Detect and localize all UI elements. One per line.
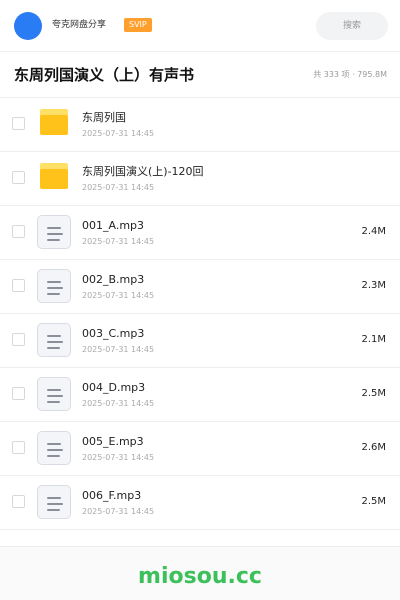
row-checkbox[interactable] (12, 387, 25, 400)
file-date: 2025-07-31 14:45 (82, 237, 155, 246)
list-item[interactable]: 006_F.mp3 2025-07-31 14:45 2.5M (0, 476, 400, 530)
row-checkbox[interactable] (12, 225, 25, 238)
file-name: 001_A.mp3 (82, 219, 145, 232)
file-date: 2025-07-31 14:45 (82, 291, 155, 300)
avatar[interactable] (14, 12, 42, 40)
site-name: 夸克网盘分享 (52, 20, 107, 30)
row-checkbox[interactable] (12, 333, 25, 346)
folder-header: 东周列国演义（上）有声书 共 333 项 · 795.8M (0, 52, 400, 98)
audio-file-icon (37, 215, 71, 249)
row-checkbox[interactable] (12, 495, 25, 508)
audio-file-icon (37, 323, 71, 357)
file-date: 2025-07-31 14:45 (82, 183, 155, 192)
file-size: 2.1M (361, 334, 386, 345)
watermark: miosou.cc (138, 564, 262, 589)
folder-icon (40, 109, 68, 135)
file-size: 2.6M (361, 442, 386, 453)
row-checkbox[interactable] (12, 279, 25, 292)
file-list: 东周列国 2025-07-31 14:45 东周列国演义(上)-120回 202… (0, 98, 400, 530)
audio-file-icon (37, 269, 71, 303)
file-size: 2.3M (361, 280, 386, 291)
row-checkbox[interactable] (12, 441, 25, 454)
file-date: 2025-07-31 14:45 (82, 399, 155, 408)
folder-summary: 共 333 项 · 795.8M (313, 70, 387, 79)
folder-icon (40, 163, 68, 189)
file-name: 003_C.mp3 (82, 327, 145, 340)
file-name: 005_E.mp3 (82, 435, 144, 448)
list-item[interactable]: 东周列国演义(上)-120回 2025-07-31 14:45 (0, 152, 400, 206)
search-input[interactable]: 搜索 (316, 12, 388, 40)
audio-file-icon (37, 377, 71, 411)
file-date: 2025-07-31 14:45 (82, 507, 155, 516)
list-item[interactable]: 003_C.mp3 2025-07-31 14:45 2.1M (0, 314, 400, 368)
file-name: 006_F.mp3 (82, 489, 142, 502)
file-date: 2025-07-31 14:45 (82, 345, 155, 354)
row-checkbox[interactable] (12, 117, 25, 130)
file-name: 004_D.mp3 (82, 381, 146, 394)
file-name: 002_B.mp3 (82, 273, 145, 286)
file-date: 2025-07-31 14:45 (82, 453, 155, 462)
page-title: 东周列国演义（上）有声书 (14, 66, 195, 84)
top-bar: 夸克网盘分享 SVIP 搜索 (0, 0, 400, 52)
list-item[interactable]: 002_B.mp3 2025-07-31 14:45 2.3M (0, 260, 400, 314)
audio-file-icon (37, 485, 71, 519)
list-item[interactable]: 005_E.mp3 2025-07-31 14:45 2.6M (0, 422, 400, 476)
file-size: 2.5M (361, 496, 386, 507)
svip-badge: SVIP (124, 18, 152, 32)
file-size: 2.5M (361, 388, 386, 399)
file-name: 东周列国 (82, 111, 126, 124)
list-item[interactable]: 004_D.mp3 2025-07-31 14:45 2.5M (0, 368, 400, 422)
file-name: 东周列国演义(上)-120回 (82, 165, 204, 178)
audio-file-icon (37, 431, 71, 465)
file-date: 2025-07-31 14:45 (82, 129, 155, 138)
list-item[interactable]: 东周列国 2025-07-31 14:45 (0, 98, 400, 152)
file-size: 2.4M (361, 226, 386, 237)
row-checkbox[interactable] (12, 171, 25, 184)
list-item[interactable]: 001_A.mp3 2025-07-31 14:45 2.4M (0, 206, 400, 260)
